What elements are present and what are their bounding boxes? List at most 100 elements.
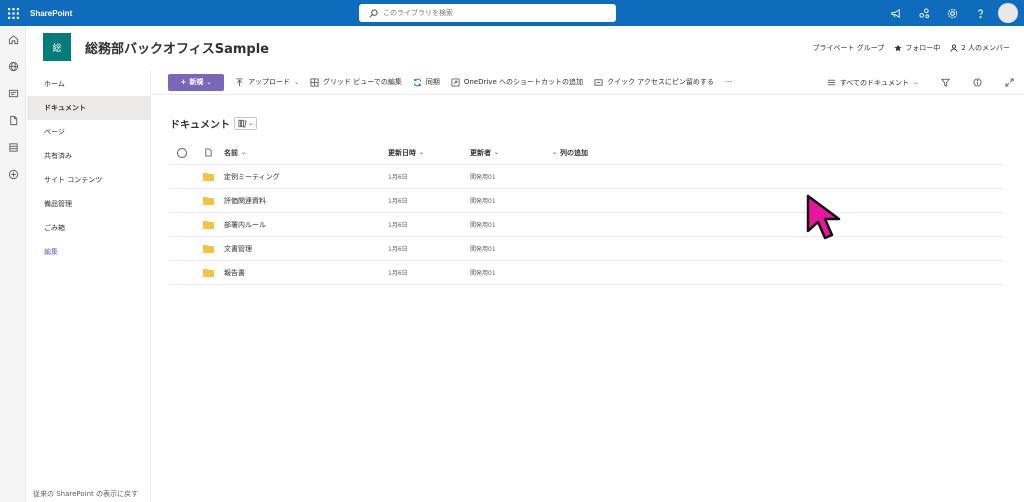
star-icon: [894, 44, 902, 52]
nav-item-home[interactable]: ホーム: [27, 72, 150, 96]
folder-icon: [202, 245, 214, 253]
pin-quick-access-label: クイック アクセスにピン留めする: [606, 78, 714, 86]
column-header-modified-by[interactable]: 更新者 ⌄: [470, 148, 552, 158]
view-options-button[interactable]: ⌄: [234, 117, 257, 130]
app-name[interactable]: SharePoint: [30, 9, 72, 18]
site-title[interactable]: 総務部バックオフィスSample: [85, 38, 269, 57]
chevron-down-icon: ⌄: [912, 79, 918, 86]
list-view-icon: [827, 79, 835, 86]
nav-item-pages[interactable]: ページ: [27, 120, 150, 144]
share-icon[interactable]: [910, 0, 938, 26]
sync-button[interactable]: 同期: [413, 77, 440, 87]
filter-icon[interactable]: [941, 78, 950, 87]
item-name[interactable]: 定例ミーティング: [222, 172, 388, 182]
view-selector[interactable]: すべてのドキュメント ⌄: [827, 78, 918, 88]
follow-button[interactable]: フォロー中: [894, 43, 940, 53]
table-row[interactable]: 報告書 1月6日 開発用01: [170, 261, 1004, 285]
table-row[interactable]: 文書管理 1月6日 開発用01: [170, 237, 1004, 261]
item-name[interactable]: 評価関連資料: [222, 196, 388, 206]
plus-icon: +: [180, 78, 187, 86]
nav-item-recycle-bin[interactable]: ごみ箱: [27, 216, 150, 240]
item-modified: 1月6日: [388, 246, 408, 253]
news-icon[interactable]: [0, 80, 26, 107]
item-modified: 1月6日: [388, 198, 408, 205]
chevron-down-icon: ⌄: [419, 149, 425, 156]
item-name[interactable]: 部署内ルール: [222, 220, 388, 230]
item-name[interactable]: 文書管理: [222, 244, 388, 254]
megaphone-icon[interactable]: [882, 0, 910, 26]
item-modified-by: 開発用01: [470, 174, 496, 181]
info-icon[interactable]: [973, 78, 982, 87]
nav-item-equipment[interactable]: 備品管理: [27, 192, 150, 216]
new-button[interactable]: + 新規 ⌄: [168, 73, 224, 91]
nav-item-shared[interactable]: 共有済み: [27, 144, 150, 168]
members-button[interactable]: 2 人のメンバー: [950, 43, 1010, 53]
item-modified: 1月6日: [388, 174, 408, 181]
onedrive-shortcut-label: OneDrive へのショートカットの追加: [463, 78, 583, 86]
suite-bar: SharePoint: [0, 0, 1024, 26]
item-modified: 1月6日: [388, 222, 408, 229]
add-column-label: 列の追加: [560, 148, 589, 157]
document-list: 名前 ⌄ 更新日時 ⌄ 更新者 ⌄ ⌄ 列の追加 定例ミーティング 1月6日 開…: [170, 141, 1004, 285]
table-row[interactable]: 部署内ルール 1月6日 開発用01: [170, 213, 1004, 237]
command-bar: + 新規 ⌄ アップロード ⌄ グリッド ビューでの編集 同期 OneDrive…: [152, 70, 1024, 95]
avatar[interactable]: [998, 3, 1018, 23]
upload-label: アップロード: [248, 78, 290, 86]
chevron-down-icon: ⌄: [247, 120, 254, 127]
upload-button[interactable]: アップロード ⌄: [235, 77, 299, 87]
follow-label: フォロー中: [905, 44, 941, 52]
pin-quick-access-button[interactable]: クイック アクセスにピン留めする: [594, 77, 714, 87]
file-type-icon[interactable]: [204, 148, 213, 157]
chevron-down-icon: ⌄: [552, 149, 558, 156]
folder-icon: [202, 197, 214, 205]
chevron-down-icon: ⌄: [241, 149, 247, 156]
gear-icon[interactable]: [938, 0, 966, 26]
nav-edit-link[interactable]: 編集: [27, 240, 150, 264]
search-box[interactable]: [359, 4, 616, 22]
home-icon[interactable]: [0, 26, 26, 53]
grid-edit-label: グリッド ビューでの編集: [323, 78, 402, 86]
table-row[interactable]: 定例ミーティング 1月6日 開発用01: [170, 165, 1004, 189]
upload-icon: [236, 77, 243, 86]
table-header: 名前 ⌄ 更新日時 ⌄ 更新者 ⌄ ⌄ 列の追加: [170, 141, 1004, 165]
sync-label: 同期: [425, 78, 440, 86]
item-modified-by: 開発用01: [470, 198, 496, 205]
column-header-modified-label: 更新日時: [388, 148, 416, 157]
column-header-name[interactable]: 名前 ⌄: [222, 148, 388, 158]
add-column-button[interactable]: ⌄ 列の追加: [552, 148, 588, 158]
app-launcher-icon[interactable]: [0, 0, 26, 26]
folder-icon: [202, 173, 214, 181]
column-header-modified[interactable]: 更新日時 ⌄: [388, 148, 470, 158]
person-icon: [950, 44, 958, 52]
grid-edit-button[interactable]: グリッド ビューでの編集: [310, 77, 402, 87]
nav-item-documents[interactable]: ドキュメント: [27, 96, 150, 120]
nav-item-site-contents[interactable]: サイト コンテンツ: [27, 168, 150, 192]
more-button[interactable]: ···: [725, 78, 732, 86]
mouse-pointer-icon: [806, 194, 841, 240]
classic-view-link[interactable]: 従来の SharePoint の表示に戻す: [33, 489, 143, 499]
sync-icon: [413, 78, 421, 86]
more-label: ···: [724, 78, 732, 86]
table-row[interactable]: 評価関連資料 1月6日 開発用01: [170, 189, 1004, 213]
select-all-checkbox[interactable]: [177, 147, 187, 158]
privacy-label: プライベート グループ: [812, 44, 885, 52]
site-header: 総 総務部バックオフィスSample プライベート グループ フォロー中 2 人…: [26, 26, 1024, 70]
add-circle-icon[interactable]: [0, 161, 26, 188]
view-name: すべてのドキュメント: [839, 78, 909, 87]
file-icon[interactable]: [0, 107, 26, 134]
item-name[interactable]: 報告書: [222, 268, 388, 278]
globe-icon[interactable]: [0, 53, 26, 80]
shortcut-icon: [451, 77, 460, 87]
item-modified-by: 開発用01: [470, 222, 496, 229]
chevron-down-icon: ⌄: [494, 149, 500, 156]
library-icon: [238, 119, 247, 128]
members-label: 2 人のメンバー: [961, 44, 1010, 52]
new-label: 新規: [189, 78, 204, 86]
expand-icon[interactable]: [1005, 78, 1014, 87]
onedrive-shortcut-button[interactable]: OneDrive へのショートカットの追加: [451, 77, 583, 87]
help-icon[interactable]: [966, 0, 994, 26]
library-title: ドキュメント: [170, 120, 230, 131]
list-icon[interactable]: [0, 134, 26, 161]
search-input[interactable]: [383, 9, 603, 17]
site-logo[interactable]: 総: [43, 33, 71, 61]
